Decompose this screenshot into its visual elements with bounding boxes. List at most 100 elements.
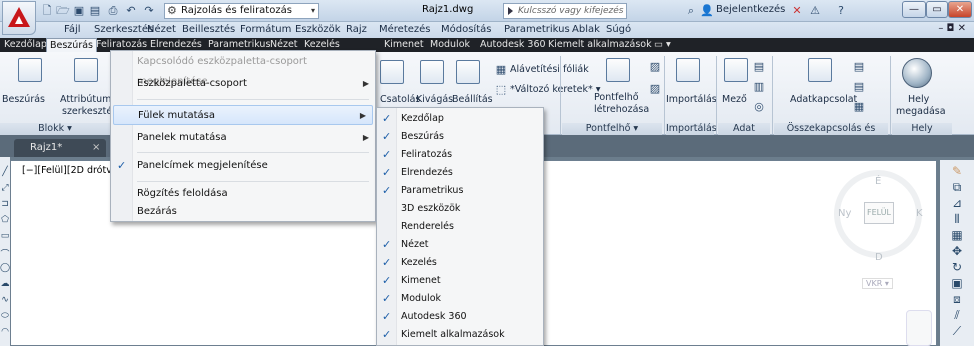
viewcube-top-face[interactable]: FELÜL bbox=[864, 202, 894, 224]
wcs-menu[interactable]: VKR ▾ bbox=[862, 278, 893, 289]
beallitas-label[interactable]: Beállítás bbox=[452, 94, 493, 105]
ole-icon[interactable]: ▥ bbox=[752, 80, 766, 94]
a360-icon[interactable]: ⚠ bbox=[808, 4, 822, 18]
stretch-icon[interactable]: ⧈ bbox=[949, 292, 965, 307]
binoculars-icon[interactable]: ⌕ bbox=[684, 4, 698, 18]
submenu-tab-kiemelt[interactable]: ✓ Kiemelt alkalmazások bbox=[377, 325, 543, 344]
copy-icon[interactable]: ⧉ bbox=[949, 180, 965, 195]
mezo-label[interactable]: Mező bbox=[722, 94, 747, 105]
navigation-bar[interactable] bbox=[906, 310, 932, 346]
scale-icon[interactable]: ▣ bbox=[949, 276, 965, 290]
tab-kezdolap[interactable]: Kezdőlap bbox=[4, 39, 47, 50]
arc-icon[interactable]: ⌒ bbox=[0, 247, 10, 260]
compass-west[interactable]: Ny bbox=[838, 208, 851, 219]
menu-szerkesztes[interactable]: Szerkesztés bbox=[94, 24, 153, 35]
trim-icon[interactable]: ⫽ bbox=[949, 308, 965, 323]
clip-icon[interactable] bbox=[420, 60, 444, 84]
import-icon[interactable] bbox=[676, 58, 700, 82]
beszuras-button-label[interactable]: Beszúrás bbox=[2, 94, 45, 105]
menu-beillesztes[interactable]: Beillesztés bbox=[182, 24, 235, 35]
redo-icon[interactable]: ↷ bbox=[142, 4, 156, 18]
ellipse-icon[interactable]: ⬭ bbox=[0, 311, 10, 321]
offset-icon[interactable]: ⫴ bbox=[949, 212, 965, 227]
submenu-tab-kezdolap[interactable]: ✓ Kezdőlap bbox=[377, 109, 543, 128]
save-as-icon[interactable]: ▤ bbox=[88, 4, 102, 18]
construction-line-icon[interactable]: ⤢ bbox=[0, 183, 10, 193]
hely-label-2[interactable]: megadása bbox=[896, 106, 946, 117]
alavetitesi-folia-button[interactable]: Alávetítési fóliák bbox=[510, 64, 589, 75]
tab-kimenet[interactable]: Kimenet bbox=[384, 39, 424, 50]
rotate-icon[interactable]: ↻ bbox=[949, 260, 965, 274]
tab-beszuras[interactable]: Beszúrás bbox=[46, 38, 97, 52]
workspace-dropdown[interactable]: ⚙ Rajzolás és feliratozás ▾ bbox=[164, 3, 319, 19]
print-icon[interactable]: ⎙ bbox=[106, 4, 120, 18]
search-input[interactable]: Kulcsszó vagy kifejezés bbox=[503, 3, 627, 19]
close-button[interactable]: ✕ bbox=[948, 1, 972, 18]
panel-osszekapcsolas[interactable]: Összekapcsolás és kiemelés bbox=[774, 123, 888, 146]
line-tool-icon[interactable]: ╱ bbox=[0, 167, 10, 177]
data-link-icon[interactable] bbox=[808, 58, 832, 82]
panel-importalas[interactable]: Importálás bbox=[666, 123, 717, 135]
ribbon-minimize-icon[interactable]: ▭ ▾ bbox=[654, 39, 671, 50]
spline-icon[interactable]: ∿ bbox=[0, 295, 10, 305]
compass-east[interactable]: K bbox=[916, 208, 923, 219]
maximize-button[interactable]: ▭ bbox=[926, 1, 948, 18]
compass-north[interactable]: É bbox=[875, 176, 881, 187]
close-tab-icon[interactable]: × bbox=[92, 139, 100, 157]
point-cloud-small-icon[interactable]: ▨ bbox=[648, 60, 662, 74]
mdi-window-buttons[interactable]: – ◘ ✕ bbox=[938, 23, 966, 34]
polyline-icon[interactable]: ⊐ bbox=[0, 199, 10, 209]
hely-label-1[interactable]: Hely bbox=[908, 94, 929, 105]
submenu-tab-beszuras[interactable]: ✓ Beszúrás bbox=[377, 127, 543, 146]
tab-feliratozas[interactable]: Feliratozás bbox=[96, 39, 147, 50]
panel-adat[interactable]: Adat bbox=[718, 123, 770, 135]
revcloud-icon[interactable]: ☁ bbox=[0, 279, 10, 289]
extend-icon[interactable]: ⟋ bbox=[949, 324, 965, 339]
submenu-tab-elrendezes[interactable]: ✓ Elrendezés bbox=[377, 163, 543, 182]
submenu-tab-3d-eszkozok[interactable]: 3D eszközök bbox=[377, 199, 543, 218]
drawing-tab-rajz1[interactable]: Rajz1* × bbox=[14, 139, 106, 157]
importalas-button-label[interactable]: Importálás bbox=[666, 94, 717, 105]
adjust-icon[interactable] bbox=[456, 60, 480, 84]
insert-block-icon[interactable] bbox=[18, 58, 42, 82]
panel-pontfelho[interactable]: Pontfelhő ▾ bbox=[562, 123, 662, 135]
attrib-label-1[interactable]: Attribútumo bbox=[60, 94, 117, 105]
submenu-tab-parametrikus[interactable]: ✓ Parametrikus bbox=[377, 181, 543, 200]
menu-parametrikus[interactable]: Parametrikus bbox=[504, 24, 570, 35]
tab-kezeles[interactable]: Kezelés bbox=[304, 39, 340, 50]
attach-icon[interactable] bbox=[380, 60, 404, 84]
submenu-tab-kezeles[interactable]: ✓ Kezelés bbox=[377, 253, 543, 272]
minimize-button[interactable]: — bbox=[902, 1, 926, 18]
erase-icon[interactable]: ✎ bbox=[949, 164, 965, 178]
tab-autodesk-360[interactable]: Autodesk 360 bbox=[480, 39, 546, 50]
valtozo-keretek-dropdown[interactable]: *Változó keretek* ▾ bbox=[510, 84, 601, 95]
menu-meretezes[interactable]: Méretezés bbox=[379, 24, 431, 35]
ctx-show-tabs[interactable]: Fülek mutatása ▶ bbox=[113, 105, 373, 125]
tab-nezet[interactable]: Nézet bbox=[270, 39, 298, 50]
menu-modositas[interactable]: Módosítás bbox=[441, 24, 491, 35]
open-icon[interactable]: 🗁 bbox=[56, 4, 70, 18]
point-cloud-icon[interactable] bbox=[606, 58, 630, 82]
kivagas-label[interactable]: Kivágás bbox=[416, 94, 453, 105]
ctx-close[interactable]: Bezárás bbox=[111, 202, 375, 222]
circle-icon[interactable]: ◯ bbox=[0, 263, 10, 273]
ctx-undock[interactable]: Rögzítés feloldása bbox=[111, 184, 375, 204]
submenu-tab-feliratozas[interactable]: ✓ Feliratozás bbox=[377, 145, 543, 164]
extract-data-icon[interactable]: ▦ bbox=[852, 100, 866, 114]
menu-nezet[interactable]: Nézet bbox=[147, 24, 176, 35]
compass-south[interactable]: D bbox=[875, 252, 883, 263]
application-menu-button[interactable] bbox=[2, 1, 36, 35]
array-icon[interactable]: ▦ bbox=[949, 228, 965, 242]
pontfelho-label-1[interactable]: Pontfelhő bbox=[594, 92, 639, 103]
download-link-icon[interactable]: ▤ bbox=[852, 60, 866, 74]
tab-elrendezes[interactable]: Elrendezés bbox=[150, 39, 202, 50]
mirror-icon[interactable]: ⊿ bbox=[949, 196, 965, 210]
menu-sugo[interactable]: Súgó bbox=[606, 24, 631, 35]
help-icon[interactable]: ? bbox=[834, 4, 848, 18]
menu-eszkozok[interactable]: Eszközök bbox=[295, 24, 341, 35]
submenu-tab-kimenet[interactable]: ✓ Kimenet bbox=[377, 271, 543, 290]
adatkapcsolat-label[interactable]: Adatkapcsolat bbox=[790, 94, 857, 105]
save-icon[interactable]: ▣ bbox=[72, 4, 86, 18]
attrib-label-2[interactable]: szerkesztés bbox=[62, 106, 117, 117]
panel-hely[interactable]: Hely bbox=[892, 123, 952, 135]
